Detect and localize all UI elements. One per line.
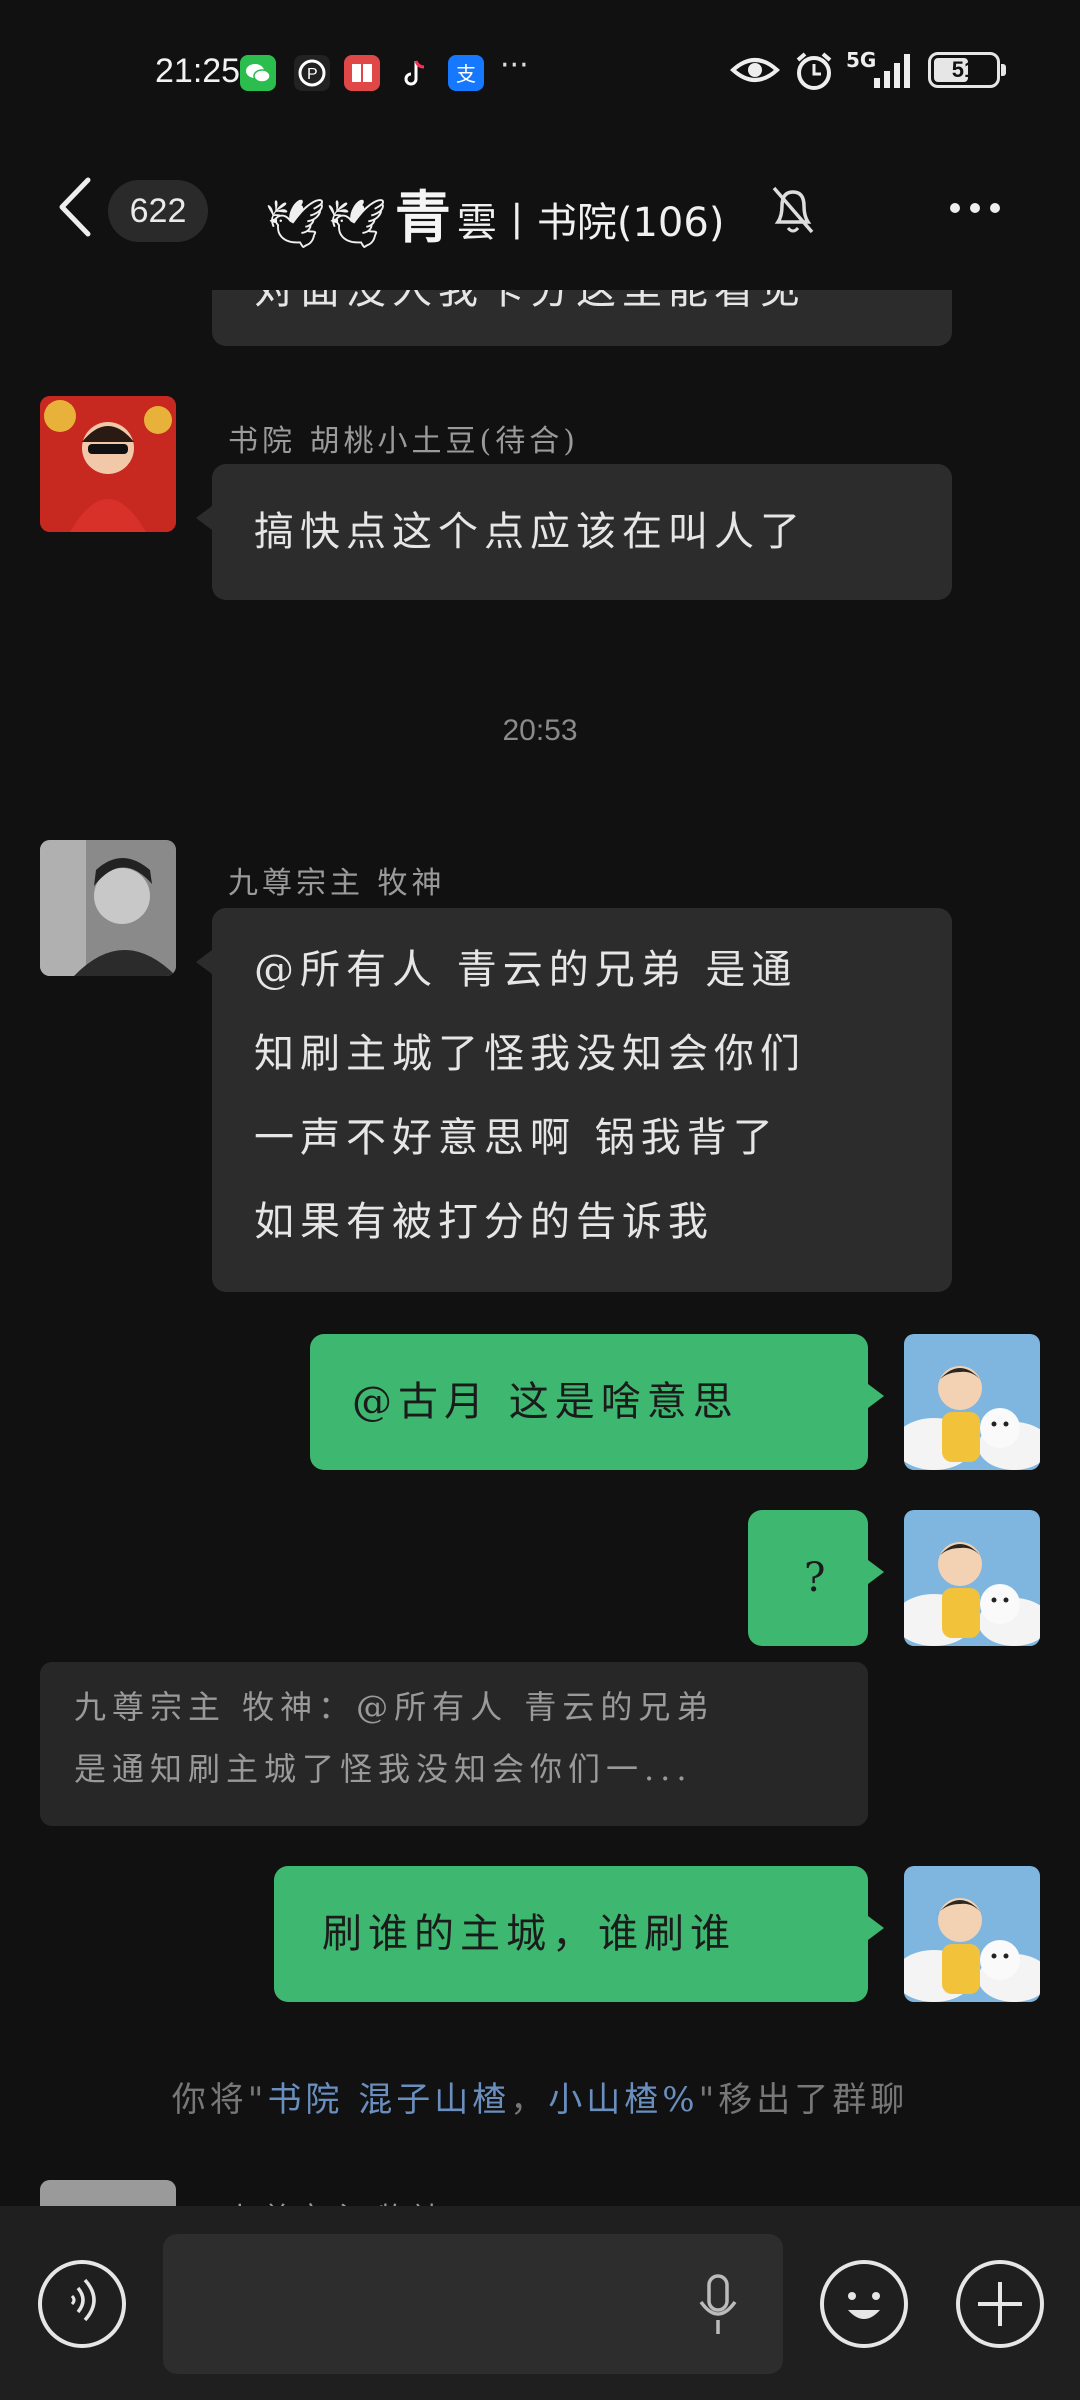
sender-name: 九尊宗主 牧神 <box>228 866 446 901</box>
chat-header: 622 🕊🕊 青 雲丨书院(106) <box>0 150 1080 290</box>
avatar[interactable] <box>40 396 176 532</box>
input-bar <box>0 2206 1080 2400</box>
p-app-icon: P <box>294 55 330 91</box>
message-text: 搞快点这个点应该在叫人了 <box>254 509 806 555</box>
unread-count-badge[interactable]: 622 <box>108 180 208 242</box>
message-bubble-self[interactable]: 刷谁的主城，谁刷谁 <box>274 1866 884 2002</box>
dove-emoji: 🕊🕊 <box>265 196 387 252</box>
message-line: 一声不好意思啊 锅我背了 <box>254 1115 779 1161</box>
alarm-icon <box>792 50 836 98</box>
quote-line: 九尊宗主 牧神：@所有人 青云的兄弟 <box>74 1688 715 1726</box>
message-bubble[interactable]: 搞快点这个点应该在叫人了 <box>196 464 952 600</box>
timestamp: 20:53 <box>502 714 578 747</box>
message-text: ? <box>804 1555 832 1601</box>
more-options-button[interactable] <box>950 198 1020 222</box>
plus-icon[interactable] <box>956 2260 1044 2348</box>
microphone-icon[interactable] <box>693 2272 743 2346</box>
more-notifications-icon: ··· <box>500 48 529 83</box>
system-message: 你将"书院 混子山楂，小山楂%"移出了群聊 <box>171 2080 909 2120</box>
group-title[interactable]: 🕊🕊 青 雲丨书院(106) <box>265 174 724 254</box>
alipay-icon: 支 <box>448 55 484 91</box>
sender-name: 书院 胡桃小土豆(待合) <box>228 424 579 459</box>
message-input[interactable] <box>163 2234 783 2374</box>
emoji-icon[interactable] <box>820 2260 908 2348</box>
group-title-rest: 雲丨书院(106) <box>456 200 725 246</box>
removed-member-link[interactable]: 小山楂% <box>548 2080 698 2120</box>
message-text: 刷谁的主城，谁刷谁 <box>322 1911 736 1957</box>
message-bubble-self[interactable]: @古月 这是啥意思 <box>310 1334 884 1470</box>
status-bar: 21:25 P 支 ··· 5G 51 <box>0 0 1080 150</box>
book-app-icon <box>344 55 380 91</box>
message-text: 对面没人我卡分这里能看见 <box>254 290 806 313</box>
group-title-main: 青 <box>394 186 451 251</box>
eye-icon <box>730 50 780 94</box>
message-text: @所有人 青云的兄弟 是通 知刷主城了怪我没知会你们 一声不好意思啊 锅我背了 … <box>212 908 952 1264</box>
battery-icon: 51 <box>928 52 1006 88</box>
avatar[interactable] <box>40 840 176 976</box>
message-bubble-prev[interactable]: 对面没人我卡分这里能看见 <box>212 290 952 346</box>
sender-name: 九尊宗主 牧神 <box>228 2194 446 2206</box>
battery-level: 51 <box>951 57 977 82</box>
tiktok-icon <box>396 55 432 91</box>
clock: 21:25 <box>155 52 241 90</box>
avatar[interactable] <box>40 2180 176 2206</box>
message-line: 知刷主城了怪我没知会你们 <box>254 1031 806 1077</box>
my-avatar[interactable] <box>904 1334 1040 1470</box>
back-button[interactable] <box>50 172 100 242</box>
message-line: 如果有被打分的告诉我 <box>254 1199 714 1245</box>
quote-line: 是通知刷主城了怪我没知会你们一... <box>74 1750 693 1788</box>
quoted-message[interactable]: 九尊宗主 牧神：@所有人 青云的兄弟 是通知刷主城了怪我没知会你们一... <box>40 1662 868 1826</box>
signal-icon <box>872 52 918 94</box>
svg-text:支: 支 <box>456 62 476 86</box>
mute-bell-icon <box>768 182 818 238</box>
svg-text:P: P <box>307 66 318 83</box>
message-text: @古月 这是啥意思 <box>352 1379 739 1425</box>
message-line: @所有人 青云的兄弟 是通 <box>254 947 798 993</box>
my-avatar[interactable] <box>904 1510 1040 1646</box>
my-avatar[interactable] <box>904 1866 1040 2002</box>
removed-member-link[interactable]: 书院 混子山楂 <box>267 2080 510 2120</box>
message-bubble[interactable]: @所有人 青云的兄弟 是通 知刷主城了怪我没知会你们 一声不好意思啊 锅我背了 … <box>196 908 952 1292</box>
voice-wave-icon[interactable] <box>38 2260 126 2348</box>
message-bubble-self[interactable]: ? <box>748 1510 884 1646</box>
message-list[interactable]: 对面没人我卡分这里能看见 书院 胡桃小土豆(待合) 搞快点这个点应该在叫人了 2… <box>0 290 1080 2206</box>
wechat-icon <box>240 55 276 91</box>
